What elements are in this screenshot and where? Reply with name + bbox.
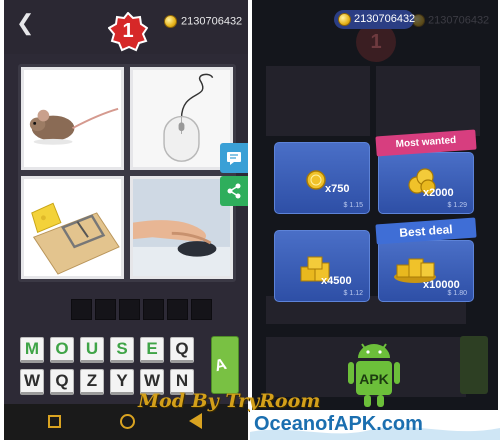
coin-offer-750[interactable]: x750 $ 1.15 bbox=[274, 142, 370, 214]
coin-icon bbox=[338, 12, 351, 26]
coin-icon bbox=[164, 15, 177, 28]
letter-key[interactable]: W bbox=[20, 369, 44, 395]
letter-key[interactable]: U bbox=[80, 337, 104, 363]
shop-coin-amount: 2130706432 bbox=[354, 13, 416, 25]
answer-slot[interactable] bbox=[191, 299, 212, 320]
android-apk-icon: APK bbox=[348, 343, 400, 407]
hint-button[interactable]: A bbox=[211, 336, 239, 394]
site-watermark-text: OceanofAPK.com bbox=[254, 413, 423, 435]
share-button[interactable] bbox=[220, 176, 248, 206]
site-watermark: OceanofAPK.com bbox=[250, 410, 500, 440]
offer-price: $ 1.80 bbox=[447, 290, 467, 297]
picture-hand-on-mouse[interactable] bbox=[130, 176, 233, 279]
answer-slot[interactable] bbox=[167, 299, 188, 320]
level-badge: 1 bbox=[108, 12, 148, 52]
letter-key[interactable]: M bbox=[20, 337, 44, 363]
mod-watermark: Mod By TryRoom bbox=[138, 390, 321, 412]
dimmed-coin-counter: 2130706432 bbox=[412, 14, 489, 27]
apk-label: APK bbox=[359, 371, 389, 387]
hint-icon: A bbox=[212, 355, 229, 376]
shop-coin-balance: 2130706432 bbox=[334, 10, 416, 29]
dimmed-picture bbox=[376, 66, 480, 136]
dimmed-picture bbox=[266, 66, 370, 136]
back-arrow-icon[interactable]: ❮ bbox=[16, 10, 38, 36]
offer-amount: x2000 bbox=[423, 187, 454, 199]
level-number: 1 bbox=[122, 20, 134, 42]
letter-key[interactable]: Q bbox=[170, 337, 194, 363]
picture-grid bbox=[18, 64, 236, 282]
coin-offer-2000[interactable]: x2000 $ 1.29 bbox=[378, 152, 474, 214]
letter-key[interactable]: S bbox=[110, 337, 134, 363]
letter-key[interactable]: Y bbox=[110, 369, 134, 395]
coin-stack-icon bbox=[306, 170, 326, 190]
coin-counter: 2130706432 bbox=[164, 15, 242, 28]
answer-slot[interactable] bbox=[143, 299, 164, 320]
top-bar: ❮ 1 2130706432 bbox=[4, 0, 248, 54]
nav-circle-icon[interactable] bbox=[120, 414, 135, 429]
dimmed-hint-button bbox=[460, 336, 488, 394]
answer-slots bbox=[71, 299, 212, 320]
share-icon bbox=[227, 183, 241, 199]
left-phone-screen: ❮ 1 2130706432 M O U S E Q W Q Z Y W N A bbox=[4, 0, 248, 440]
offer-amount: x750 bbox=[325, 183, 350, 195]
answer-slot[interactable] bbox=[71, 299, 92, 320]
answer-slot[interactable] bbox=[119, 299, 140, 320]
letter-key[interactable]: Z bbox=[80, 369, 104, 395]
answer-slot[interactable] bbox=[95, 299, 116, 320]
chat-icon bbox=[227, 151, 241, 165]
nav-square-icon[interactable] bbox=[48, 415, 61, 428]
right-phone-screen: 1 2130706432 2130706432 x750 $ 1.15 x200… bbox=[252, 0, 498, 440]
picture-mouse-animal[interactable] bbox=[21, 67, 124, 170]
letter-key[interactable]: Q bbox=[50, 369, 74, 395]
coin-offer-10000[interactable]: x10000 $ 1.80 bbox=[378, 240, 474, 302]
nav-back-icon[interactable] bbox=[189, 413, 202, 429]
offer-price: $ 1.29 bbox=[447, 202, 467, 209]
picture-mousetrap[interactable] bbox=[21, 176, 124, 279]
letter-key[interactable]: E bbox=[140, 337, 164, 363]
offer-price: $ 1.15 bbox=[343, 202, 363, 209]
chat-button[interactable] bbox=[220, 143, 248, 173]
dimmed-coin-amount: 2130706432 bbox=[428, 14, 490, 27]
coin-offer-4500[interactable]: x4500 $ 1.12 bbox=[274, 230, 370, 302]
letter-key[interactable]: O bbox=[50, 337, 74, 363]
offer-price: $ 1.12 bbox=[343, 290, 363, 297]
picture-computer-mouse[interactable] bbox=[130, 67, 233, 170]
coin-amount: 2130706432 bbox=[181, 15, 243, 28]
offer-amount: x4500 bbox=[321, 275, 352, 287]
